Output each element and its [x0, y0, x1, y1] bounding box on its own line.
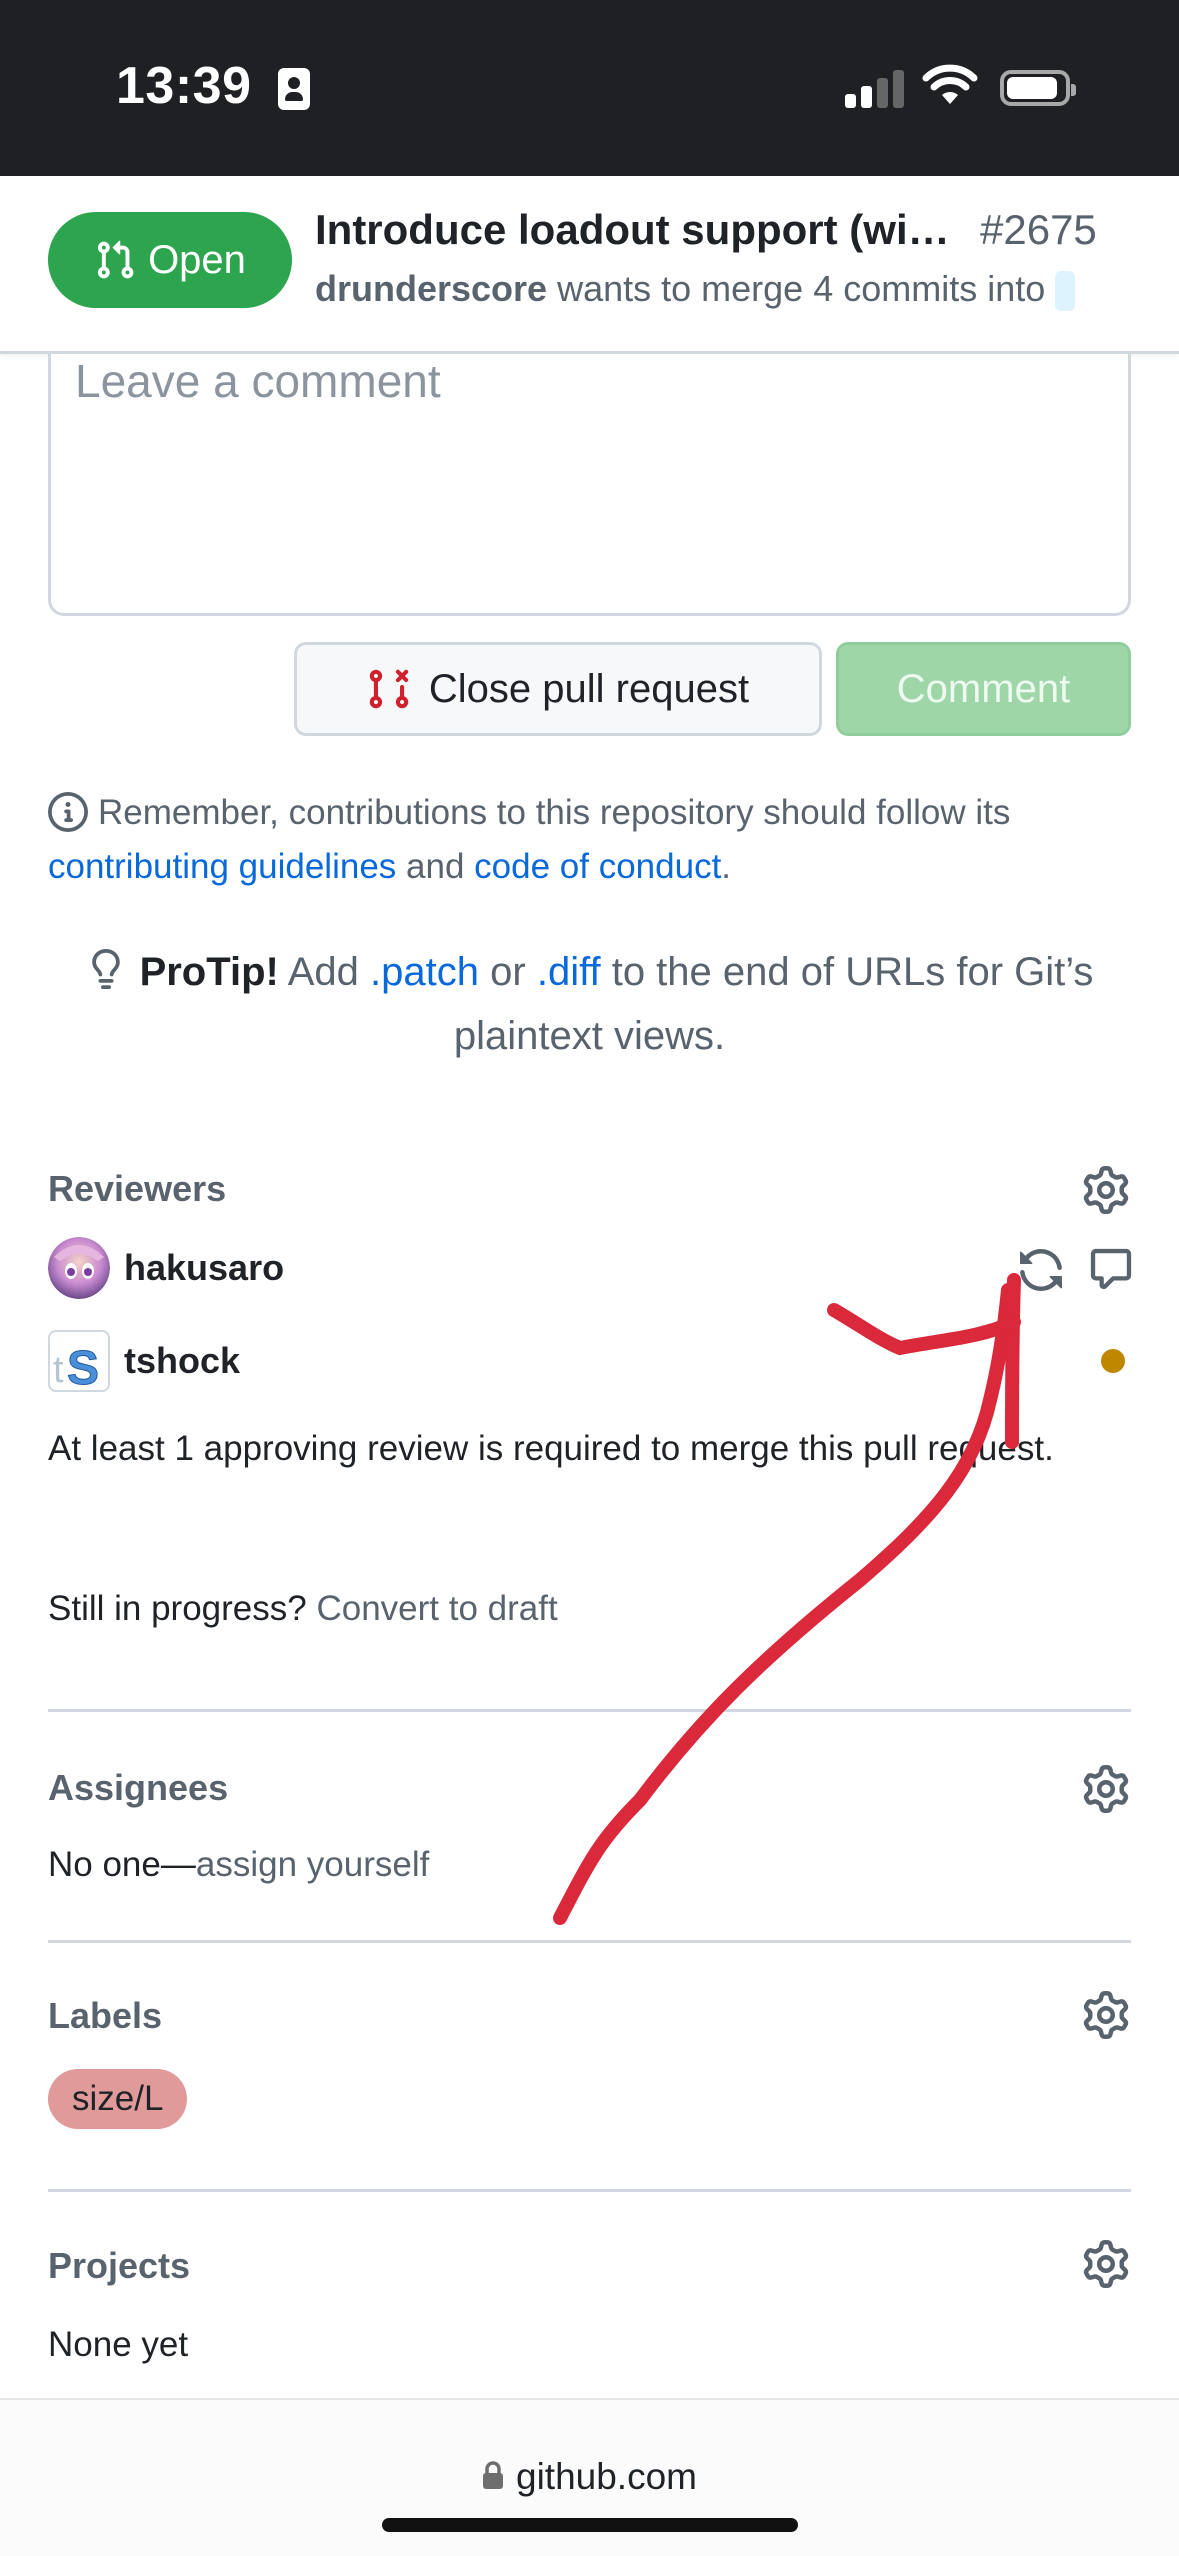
diff-link[interactable]: .diff: [537, 950, 601, 994]
pr-header: Open Introduce loadout support (wi… #267…: [0, 176, 1179, 354]
git-pull-request-icon: [97, 240, 134, 279]
pr-merge-text: wants to merge 4 commits into: [557, 268, 1046, 309]
contact-card-icon: [278, 68, 310, 110]
assignees-none: No one—: [48, 1845, 196, 1884]
section-divider: [48, 1940, 1131, 1943]
url-display[interactable]: github.com: [0, 2456, 1179, 2498]
section-divider: [48, 2189, 1131, 2192]
pr-state-badge: Open: [48, 212, 292, 308]
pr-number: #2675: [980, 206, 1097, 253]
close-pull-request-button[interactable]: Close pull request: [294, 642, 822, 736]
assignees-heading: Assignees: [48, 1767, 229, 1808]
draft-prompt: Still in progress?: [48, 1589, 307, 1628]
comment-input[interactable]: [51, 354, 1128, 613]
reviewer-name[interactable]: tshock: [124, 1340, 240, 1382]
lock-icon: [483, 2461, 503, 2489]
home-indicator: [382, 2518, 798, 2532]
pending-review-dot: [1101, 1349, 1125, 1373]
review-requirement: At least 1 approving review is required …: [48, 1429, 1054, 1468]
protip-label: ProTip!: [139, 950, 279, 994]
avatar-hakusaro: [48, 1237, 110, 1299]
contribution-note-period: .: [721, 847, 732, 886]
protip: ProTip! Add .patch or .diff to the end o…: [48, 940, 1131, 1068]
status-time: 13:39: [116, 57, 252, 115]
labels-gear-icon[interactable]: [1082, 1991, 1130, 2039]
labels-heading: Labels: [48, 1995, 163, 2036]
sync-icon[interactable]: [1017, 1246, 1065, 1294]
status-bar: 13:39: [0, 0, 1179, 176]
reviewer-row-tshock[interactable]: t S tshock: [48, 1330, 240, 1392]
close-pull-request-label: Close pull request: [428, 666, 750, 711]
reviewers-gear-icon[interactable]: [1082, 1166, 1130, 1214]
assignees-value: No one—assign yourself: [48, 1838, 429, 1892]
pr-merge-info: drunderscore wants to merge 4 commits in…: [315, 268, 1076, 312]
contribution-note-and: and: [406, 847, 465, 886]
info-icon: [48, 792, 88, 832]
cellular-signal-icon: [845, 68, 905, 108]
assignees-gear-icon[interactable]: [1082, 1765, 1130, 1813]
light-bulb-icon: [91, 949, 120, 989]
pr-author[interactable]: drunderscore: [315, 268, 547, 309]
pr-title[interactable]: Introduce loadout support (wi…: [315, 206, 950, 254]
comment-box: [48, 354, 1131, 616]
reviewer-name[interactable]: hakusaro: [124, 1247, 284, 1289]
comment-icon[interactable]: [1088, 1246, 1134, 1292]
browser-address-bar[interactable]: github.com: [0, 2398, 1179, 2556]
code-of-conduct-link[interactable]: code of conduct: [474, 847, 721, 886]
svg-text:S: S: [67, 1342, 99, 1390]
projects-value: None yet: [48, 2325, 189, 2364]
svg-text:t: t: [53, 1349, 64, 1390]
protip-or: or: [490, 950, 526, 994]
section-divider: [48, 1709, 1131, 1712]
draft-prompt-row: Still in progress? Convert to draft: [48, 1582, 558, 1636]
base-branch-chip[interactable]: [1055, 271, 1076, 312]
projects-gear-icon[interactable]: [1082, 2240, 1130, 2288]
label-size-l[interactable]: size/L: [48, 2069, 188, 2129]
protip-text-start: Add: [287, 950, 359, 994]
avatar-tshock: t S: [48, 1330, 110, 1392]
contribution-note-text: Remember, contributions to this reposito…: [98, 793, 1011, 832]
battery-icon: [1000, 70, 1076, 106]
convert-to-draft-link[interactable]: Convert to draft: [316, 1589, 557, 1628]
contributing-guidelines-link[interactable]: contributing guidelines: [48, 847, 396, 886]
wifi-icon: [922, 64, 978, 104]
url-text: github.com: [516, 2456, 697, 2497]
git-pull-request-closed-icon: [369, 669, 409, 709]
reviewers-heading: Reviewers: [48, 1168, 227, 1209]
comment-button[interactable]: Comment: [836, 642, 1131, 736]
assign-yourself-link[interactable]: assign yourself: [196, 1845, 429, 1884]
reviewer-row-hakusaro[interactable]: hakusaro: [48, 1237, 284, 1299]
projects-heading: Projects: [48, 2245, 191, 2286]
patch-link[interactable]: .patch: [370, 950, 479, 994]
pr-state-label: Open: [148, 237, 246, 282]
contribution-note: Remember, contributions to this reposito…: [48, 786, 1138, 894]
